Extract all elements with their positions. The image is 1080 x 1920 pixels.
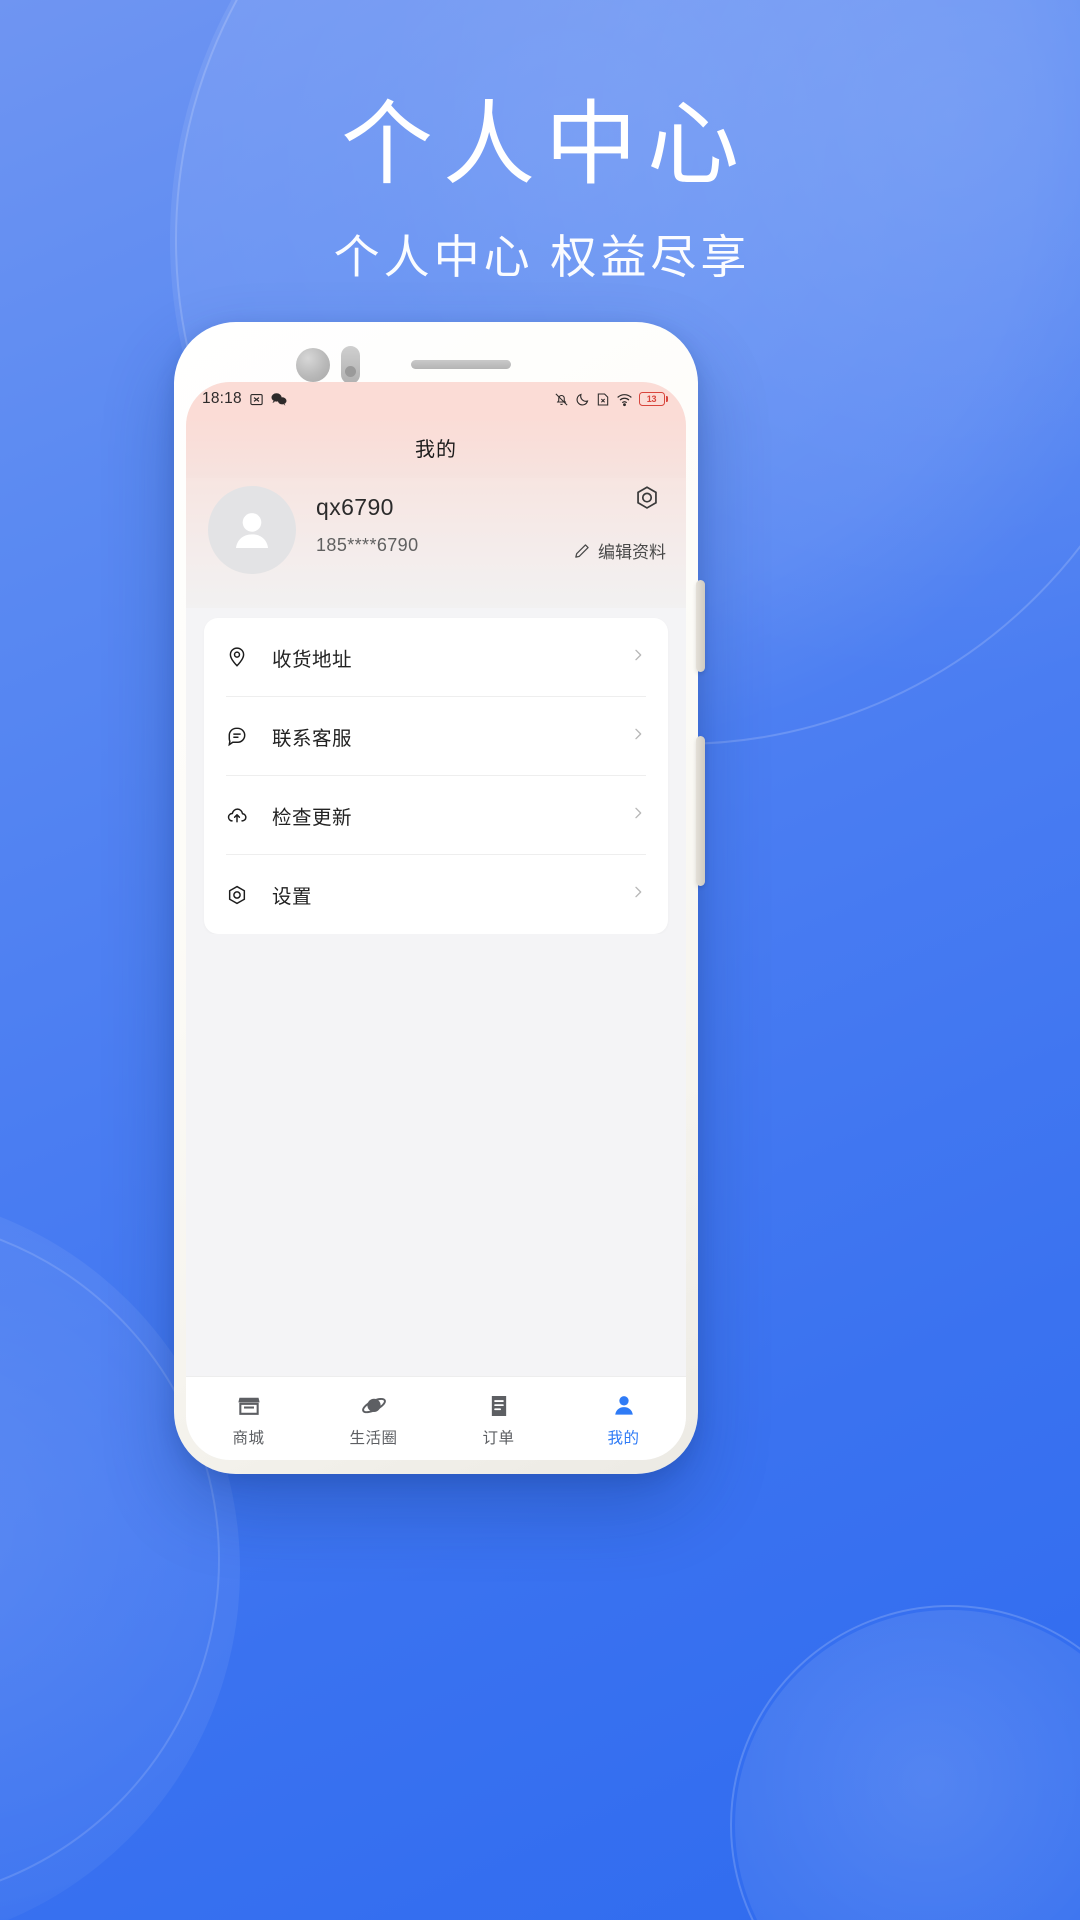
menu-item-shipping-address[interactable]: 收货地址 [226, 618, 646, 697]
chevron-right-icon [630, 805, 646, 826]
content-spacer [186, 934, 686, 1376]
status-bar-right: 13 [554, 392, 668, 407]
battery-indicator: 13 [638, 392, 668, 406]
tab-label: 生活圈 [349, 1430, 398, 1447]
screenshot-icon [250, 393, 263, 405]
tab-label: 商城 [232, 1430, 265, 1447]
order-list-icon [491, 1396, 506, 1416]
tab-life-circle[interactable]: 生活圈 [311, 1385, 436, 1448]
chevron-right-icon [630, 726, 646, 747]
poster-title: 个人中心 [340, 94, 749, 196]
person-icon [614, 1396, 633, 1415]
battery-level: 13 [638, 392, 665, 406]
earpiece-speaker [411, 360, 511, 369]
location-pin-icon [226, 646, 256, 668]
camera-lens-icon [296, 348, 330, 382]
tab-mine[interactable]: 我的 [561, 1385, 686, 1448]
settings-button[interactable] [630, 482, 664, 516]
moon-dnd-icon [576, 393, 588, 405]
edit-profile-label: 编辑资料 [598, 543, 666, 562]
tab-label: 订单 [482, 1430, 515, 1447]
user-name: qx6790 [316, 494, 394, 520]
planet-icon [361, 1397, 386, 1414]
edit-profile-button[interactable]: 编辑资料 [573, 538, 666, 563]
wechat-icon [271, 393, 287, 406]
menu-item-label: 收货地址 [272, 648, 353, 671]
decorative-circle-bottom-right [735, 1610, 1080, 1920]
chevron-right-icon [630, 647, 646, 668]
tab-label: 我的 [607, 1430, 640, 1447]
phone-top-bezel [186, 336, 686, 384]
phone-screen: 18:18 13 我的 qx6790 185****6790 编辑资料 收货地址… [186, 382, 686, 1460]
menu-item-check-update[interactable]: 检查更新 [226, 776, 646, 855]
phone-mockup: 18:18 13 我的 qx6790 185****6790 编辑资料 收货地址… [174, 322, 705, 1474]
menu-card: 收货地址 联系客服 检查更新 设置 [204, 618, 668, 934]
chat-support-icon [226, 725, 256, 747]
hexagon-gear-icon [637, 486, 657, 509]
avatar[interactable] [208, 486, 296, 574]
menu-item-settings[interactable]: 设置 [226, 855, 646, 934]
tab-orders[interactable]: 订单 [436, 1385, 561, 1448]
wifi-icon [616, 393, 632, 406]
menu-section: 收货地址 联系客服 检查更新 设置 [186, 608, 686, 934]
decorative-ring-bottom-right [730, 1605, 1080, 1920]
status-bar: 18:18 13 [186, 382, 686, 416]
camera-sensor-icon [341, 346, 360, 384]
cloud-update-icon [226, 804, 256, 826]
page-title: 我的 [415, 438, 457, 461]
profile-section: qx6790 185****6790 编辑资料 [186, 478, 686, 608]
pencil-icon [575, 543, 589, 558]
menu-item-label: 检查更新 [272, 806, 353, 829]
poster-heading-group: 个人中心 个人中心 权益尽享 [0, 94, 1080, 287]
bell-mute-icon [554, 392, 568, 406]
sim-off-icon [597, 392, 608, 406]
menu-item-label: 联系客服 [272, 727, 353, 750]
tab-store[interactable]: 商城 [186, 1385, 311, 1448]
battery-tip [665, 396, 668, 402]
bottom-tab-bar: 商城 生活圈 订单 我的 [186, 1376, 686, 1460]
gear-icon [226, 884, 256, 906]
store-icon [237, 1397, 260, 1415]
chevron-right-icon [630, 884, 646, 905]
person-avatar-icon [235, 513, 269, 548]
menu-item-label: 设置 [272, 886, 313, 908]
volume-button[interactable] [696, 580, 705, 672]
status-bar-left: 18:18 [202, 390, 287, 408]
power-button[interactable] [696, 736, 705, 886]
status-time: 18:18 [202, 390, 242, 407]
menu-item-contact-support[interactable]: 联系客服 [226, 697, 646, 776]
app-header: 我的 [186, 416, 686, 478]
poster-subtitle: 个人中心 权益尽享 [333, 231, 751, 284]
